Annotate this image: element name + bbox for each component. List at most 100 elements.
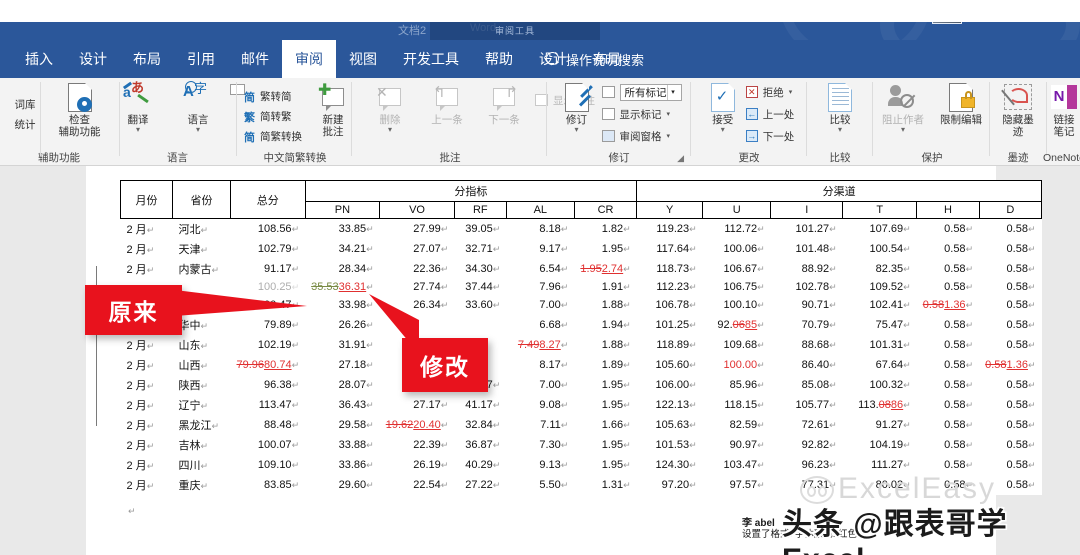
cell-u[interactable]: 106.75↵ <box>702 279 771 295</box>
cell-cr[interactable]: 1.94↵ <box>574 315 637 335</box>
cell-h[interactable]: 0.58↵ <box>916 259 980 279</box>
cell-rf[interactable]: 40.29↵ <box>454 455 507 475</box>
cell-province[interactable]: 陕西↵ <box>172 375 231 395</box>
cell-vo[interactable]: 22.54↵ <box>379 475 455 495</box>
cell-total[interactable]: 108.56↵ <box>230 218 306 239</box>
accept-button[interactable]: ✓ 接受 ▾ <box>704 82 742 134</box>
cell-d[interactable]: 0.58↵ <box>979 395 1042 415</box>
col-header-month[interactable]: 月份 <box>120 180 173 219</box>
cell-al[interactable]: 8.17↵ <box>506 355 575 375</box>
accept-dropdown-icon[interactable]: ▾ <box>721 126 725 134</box>
col-header-t[interactable]: T <box>842 201 918 219</box>
cell-i[interactable]: 86.40↵ <box>770 355 843 375</box>
cell-pn[interactable]: 27.18↵ <box>305 355 380 375</box>
table-row[interactable]: 2 月↵ 山东↵ 102.19↵ 31.91↵ 7.498.27↵ 1.88↵ 118.89… <box>120 335 1042 355</box>
cell-u[interactable]: 85.96↵ <box>702 375 771 395</box>
cell-i[interactable]: 105.77↵ <box>770 395 843 415</box>
cell-i[interactable]: 88.92↵ <box>770 259 843 279</box>
cell-pn[interactable]: 35.5336.31↵ <box>305 279 380 295</box>
col-header-total[interactable]: 总分 <box>230 180 306 219</box>
cell-month[interactable]: 2 月↵ <box>120 259 173 279</box>
cell-pn[interactable]: 33.85↵ <box>305 218 380 239</box>
delete-comment-button[interactable]: ✕ 删除 ▾ <box>362 82 418 134</box>
cell-province[interactable]: 四川↵ <box>172 455 231 475</box>
cell-cr[interactable]: 1.91↵ <box>574 279 637 295</box>
col-header-u[interactable]: U <box>702 201 772 219</box>
cell-cr[interactable]: 1.952.74↵ <box>574 259 637 279</box>
cell-d[interactable]: 0.58↵ <box>979 239 1042 259</box>
translate-dropdown-icon[interactable]: ▾ <box>136 126 140 134</box>
col-header-province[interactable]: 省份 <box>172 180 231 219</box>
cell-h[interactable]: 0.58↵ <box>916 315 980 335</box>
cell-cr[interactable]: 1.95↵ <box>574 395 637 415</box>
ribbon-tab-3[interactable]: 引用 <box>174 40 228 78</box>
cell-al[interactable]: 7.498.27↵ <box>506 335 575 355</box>
cell-y[interactable]: 112.23↵ <box>636 279 703 295</box>
cell-h[interactable]: 0.58↵ <box>916 218 980 239</box>
cell-i[interactable]: 88.68↵ <box>770 335 843 355</box>
cell-vo[interactable]: 27.99↵ <box>379 218 455 239</box>
cell-h[interactable]: 0.58↵ <box>916 415 980 435</box>
cell-i[interactable]: 101.48↵ <box>770 239 843 259</box>
cell-al[interactable]: 6.68↵ <box>506 315 575 335</box>
cell-i[interactable]: 72.61↵ <box>770 415 843 435</box>
cell-t[interactable]: 113.0886↵ <box>842 395 917 415</box>
cell-month[interactable]: 2 月↵ <box>120 335 173 355</box>
cell-t[interactable]: 107.69↵ <box>842 218 917 239</box>
cell-rf[interactable]: 32.71↵ <box>454 239 507 259</box>
cell-u[interactable]: 82.59↵ <box>702 415 771 435</box>
tell-me-search[interactable]: 操作说明搜索 <box>545 40 644 78</box>
cell-i[interactable]: 90.71↵ <box>770 295 843 315</box>
cell-month[interactable]: 2 月↵ <box>120 475 173 495</box>
block-authors-dropdown-icon[interactable]: ▾ <box>901 126 905 134</box>
cell-i[interactable]: 101.27↵ <box>770 218 843 239</box>
simp-trad-convert-item[interactable]: 简 简繁转换 <box>244 127 302 147</box>
cell-month[interactable]: 2 月↵ <box>120 355 173 375</box>
cell-u[interactable]: 100.10↵ <box>702 295 771 315</box>
cell-province[interactable]: 天津↵ <box>172 239 231 259</box>
cell-vo[interactable]: 19.6220.40↵ <box>379 415 455 435</box>
cell-h[interactable]: 0.58↵ <box>916 375 980 395</box>
cell-month[interactable]: 2 月↵ <box>120 415 173 435</box>
reviewing-pane-item[interactable]: 审阅窗格 ▾ <box>601 126 682 146</box>
cell-total[interactable]: 79.9680.74↵ <box>230 355 306 375</box>
cell-h[interactable]: 0.58↵ <box>916 395 980 415</box>
cell-h[interactable]: 0.58↵ <box>916 279 980 295</box>
cell-h[interactable]: 0.58↵ <box>916 239 980 259</box>
cell-month[interactable]: 2 月↵ <box>120 435 173 455</box>
cell-y[interactable]: 119.23↵ <box>636 218 703 239</box>
cell-province[interactable]: 河北↵ <box>172 218 231 239</box>
ribbon-tab-8[interactable]: 帮助 <box>472 40 526 78</box>
cell-y[interactable]: 117.64↵ <box>636 239 703 259</box>
cell-vo[interactable]: 27.17↵ <box>379 395 455 415</box>
cell-province[interactable]: 辽宁↵ <box>172 395 231 415</box>
cell-pn[interactable]: 36.43↵ <box>305 395 380 415</box>
cell-t[interactable]: 100.32↵ <box>842 375 917 395</box>
cell-total[interactable]: 100.07↵ <box>230 435 306 455</box>
translate-button[interactable]: a あ 翻译 ▾ <box>110 81 166 134</box>
cell-pn[interactable]: 33.86↵ <box>305 455 380 475</box>
reject-chevron-down-icon[interactable]: ▾ <box>789 88 793 96</box>
cell-rf[interactable]: 37.44↵ <box>454 279 507 295</box>
cell-i[interactable]: 85.08↵ <box>770 375 843 395</box>
cell-cr[interactable]: 1.66↵ <box>574 415 637 435</box>
table-row[interactable]: 2 月↵ 黑龙江↵ 88.48↵ 29.58↵ 19.6220.40↵ 32.84↵ 7.1… <box>120 415 1042 435</box>
ribbon-tab-4[interactable]: 邮件 <box>228 40 282 78</box>
group-header-channels[interactable]: 分渠道 <box>636 180 1042 202</box>
ribbon-tab-7[interactable]: 开发工具 <box>390 40 472 78</box>
ribbon-tab-1[interactable]: 设计 <box>66 40 120 78</box>
reviewing-pane-chevron-down-icon[interactable]: ▾ <box>667 132 671 140</box>
ribbon-tab-6[interactable]: 视图 <box>336 40 390 78</box>
cell-rf[interactable]: 39.05↵ <box>454 218 507 239</box>
previous-change-item[interactable]: ← 上一处 <box>745 104 794 124</box>
cell-month[interactable]: 2 月↵ <box>120 239 173 259</box>
compare-button[interactable]: 比较 ▾ <box>812 82 868 134</box>
markup-display-item[interactable]: 所有标记 ▾ <box>601 82 682 102</box>
cell-al[interactable]: 9.17↵ <box>506 239 575 259</box>
cell-al[interactable]: 7.00↵ <box>506 375 575 395</box>
cell-rf[interactable] <box>454 315 507 335</box>
col-header-i[interactable]: I <box>770 201 844 219</box>
compare-dropdown-icon[interactable]: ▾ <box>838 126 842 134</box>
track-changes-button[interactable]: 修订 ▾ <box>557 82 597 134</box>
cell-province[interactable]: 山西↵ <box>172 355 231 375</box>
